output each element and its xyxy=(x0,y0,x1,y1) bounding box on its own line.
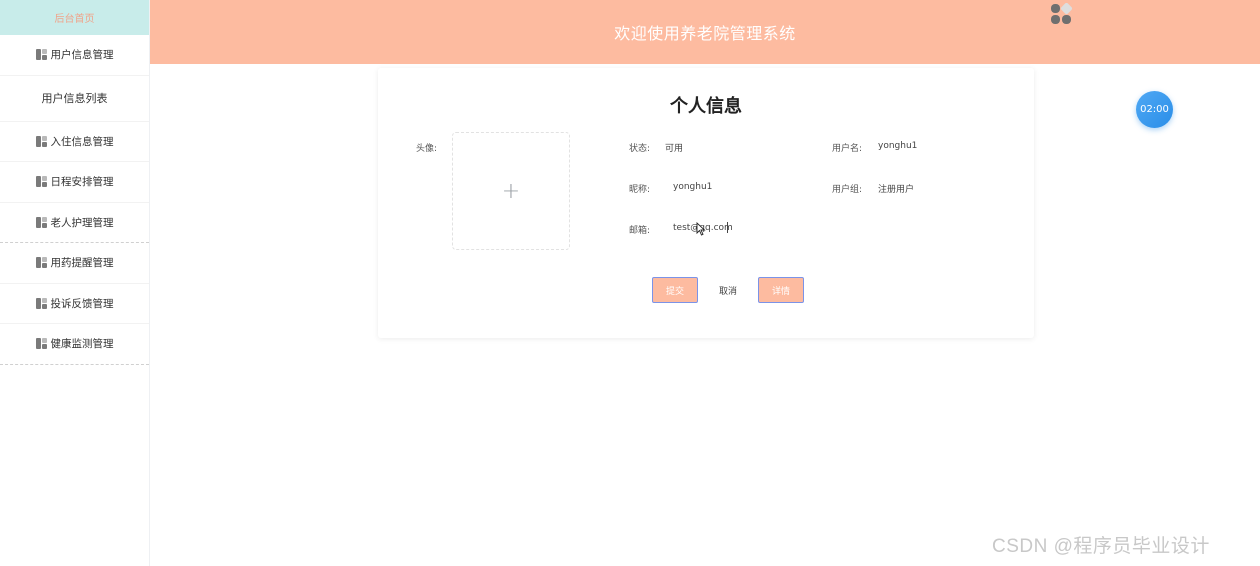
profile-card: 个人信息 头像: + 状态: 可用 用户名: yonghu1 昵称: yongh… xyxy=(378,68,1034,338)
nickname-input[interactable]: yonghu1 xyxy=(673,182,712,192)
sidebar-item-medication[interactable]: 用药提醒管理 xyxy=(0,243,149,284)
grid-icon xyxy=(35,49,48,61)
status-label: 状态: xyxy=(629,144,651,154)
sidebar-item-label: 日程安排管理 xyxy=(50,176,114,189)
grid-icon xyxy=(35,297,48,309)
sidebar-item-elder-care[interactable]: 老人护理管理 xyxy=(0,203,149,243)
avatar-uploader[interactable]: + xyxy=(452,132,570,250)
detail-button[interactable]: 详情 xyxy=(758,277,804,303)
grid-icon xyxy=(35,176,48,188)
group-value: 注册用户 xyxy=(878,185,915,195)
user-menu-icon[interactable] xyxy=(1050,3,1072,25)
grid-icon xyxy=(35,257,48,269)
sidebar-item-label: 老人护理管理 xyxy=(50,216,114,229)
header-title: 欢迎使用养老院管理系统 xyxy=(614,24,796,43)
grid-icon xyxy=(35,338,48,350)
sidebar-item-user-info[interactable]: 用户信息管理 xyxy=(0,35,149,76)
plus-icon: + xyxy=(501,178,521,204)
avatar-label: 头像: xyxy=(416,144,438,154)
sidebar-subitem-user-list[interactable]: 用户信息列表 xyxy=(0,76,149,122)
text-caret xyxy=(727,222,728,233)
countdown-timer[interactable]: 02:00 xyxy=(1136,91,1173,128)
watermark: CSDN @程序员毕业设计 xyxy=(992,536,1210,557)
sidebar-item-label: 入住信息管理 xyxy=(50,135,114,148)
sidebar-item-label: 用药提醒管理 xyxy=(50,257,114,270)
sidebar-item-label: 用户信息列表 xyxy=(41,92,108,105)
grid-icon xyxy=(35,135,48,147)
email-label: 邮箱: xyxy=(629,226,651,236)
sidebar-item-label: 用户信息管理 xyxy=(50,49,114,62)
sidebar-home-label: 后台首页 xyxy=(54,14,95,25)
sidebar-item-label: 健康监测管理 xyxy=(50,338,114,351)
submit-button[interactable]: 提交 xyxy=(652,277,698,303)
cancel-button[interactable]: 取消 xyxy=(706,277,750,303)
grid-icon xyxy=(35,216,48,228)
username-label: 用户名: xyxy=(832,144,863,154)
mouse-cursor-icon xyxy=(696,222,706,236)
sidebar: 后台首页 用户信息管理 用户信息列表 入住信息管理 日程安排管理 老人护理管理 … xyxy=(0,0,150,566)
sidebar-item-checkin[interactable]: 入住信息管理 xyxy=(0,122,149,162)
sidebar-item-health[interactable]: 健康监测管理 xyxy=(0,324,149,365)
group-label: 用户组: xyxy=(832,185,863,195)
sidebar-item-schedule[interactable]: 日程安排管理 xyxy=(0,162,149,203)
top-header: 欢迎使用养老院管理系统 xyxy=(150,0,1260,64)
sidebar-item-complaints[interactable]: 投诉反馈管理 xyxy=(0,284,149,324)
status-value: 可用 xyxy=(665,144,684,154)
page-title: 个人信息 xyxy=(670,96,742,117)
sidebar-home[interactable]: 后台首页 xyxy=(0,0,149,35)
username-value: yonghu1 xyxy=(878,141,918,151)
sidebar-item-label: 投诉反馈管理 xyxy=(50,297,114,310)
nickname-label: 昵称: xyxy=(629,185,651,195)
